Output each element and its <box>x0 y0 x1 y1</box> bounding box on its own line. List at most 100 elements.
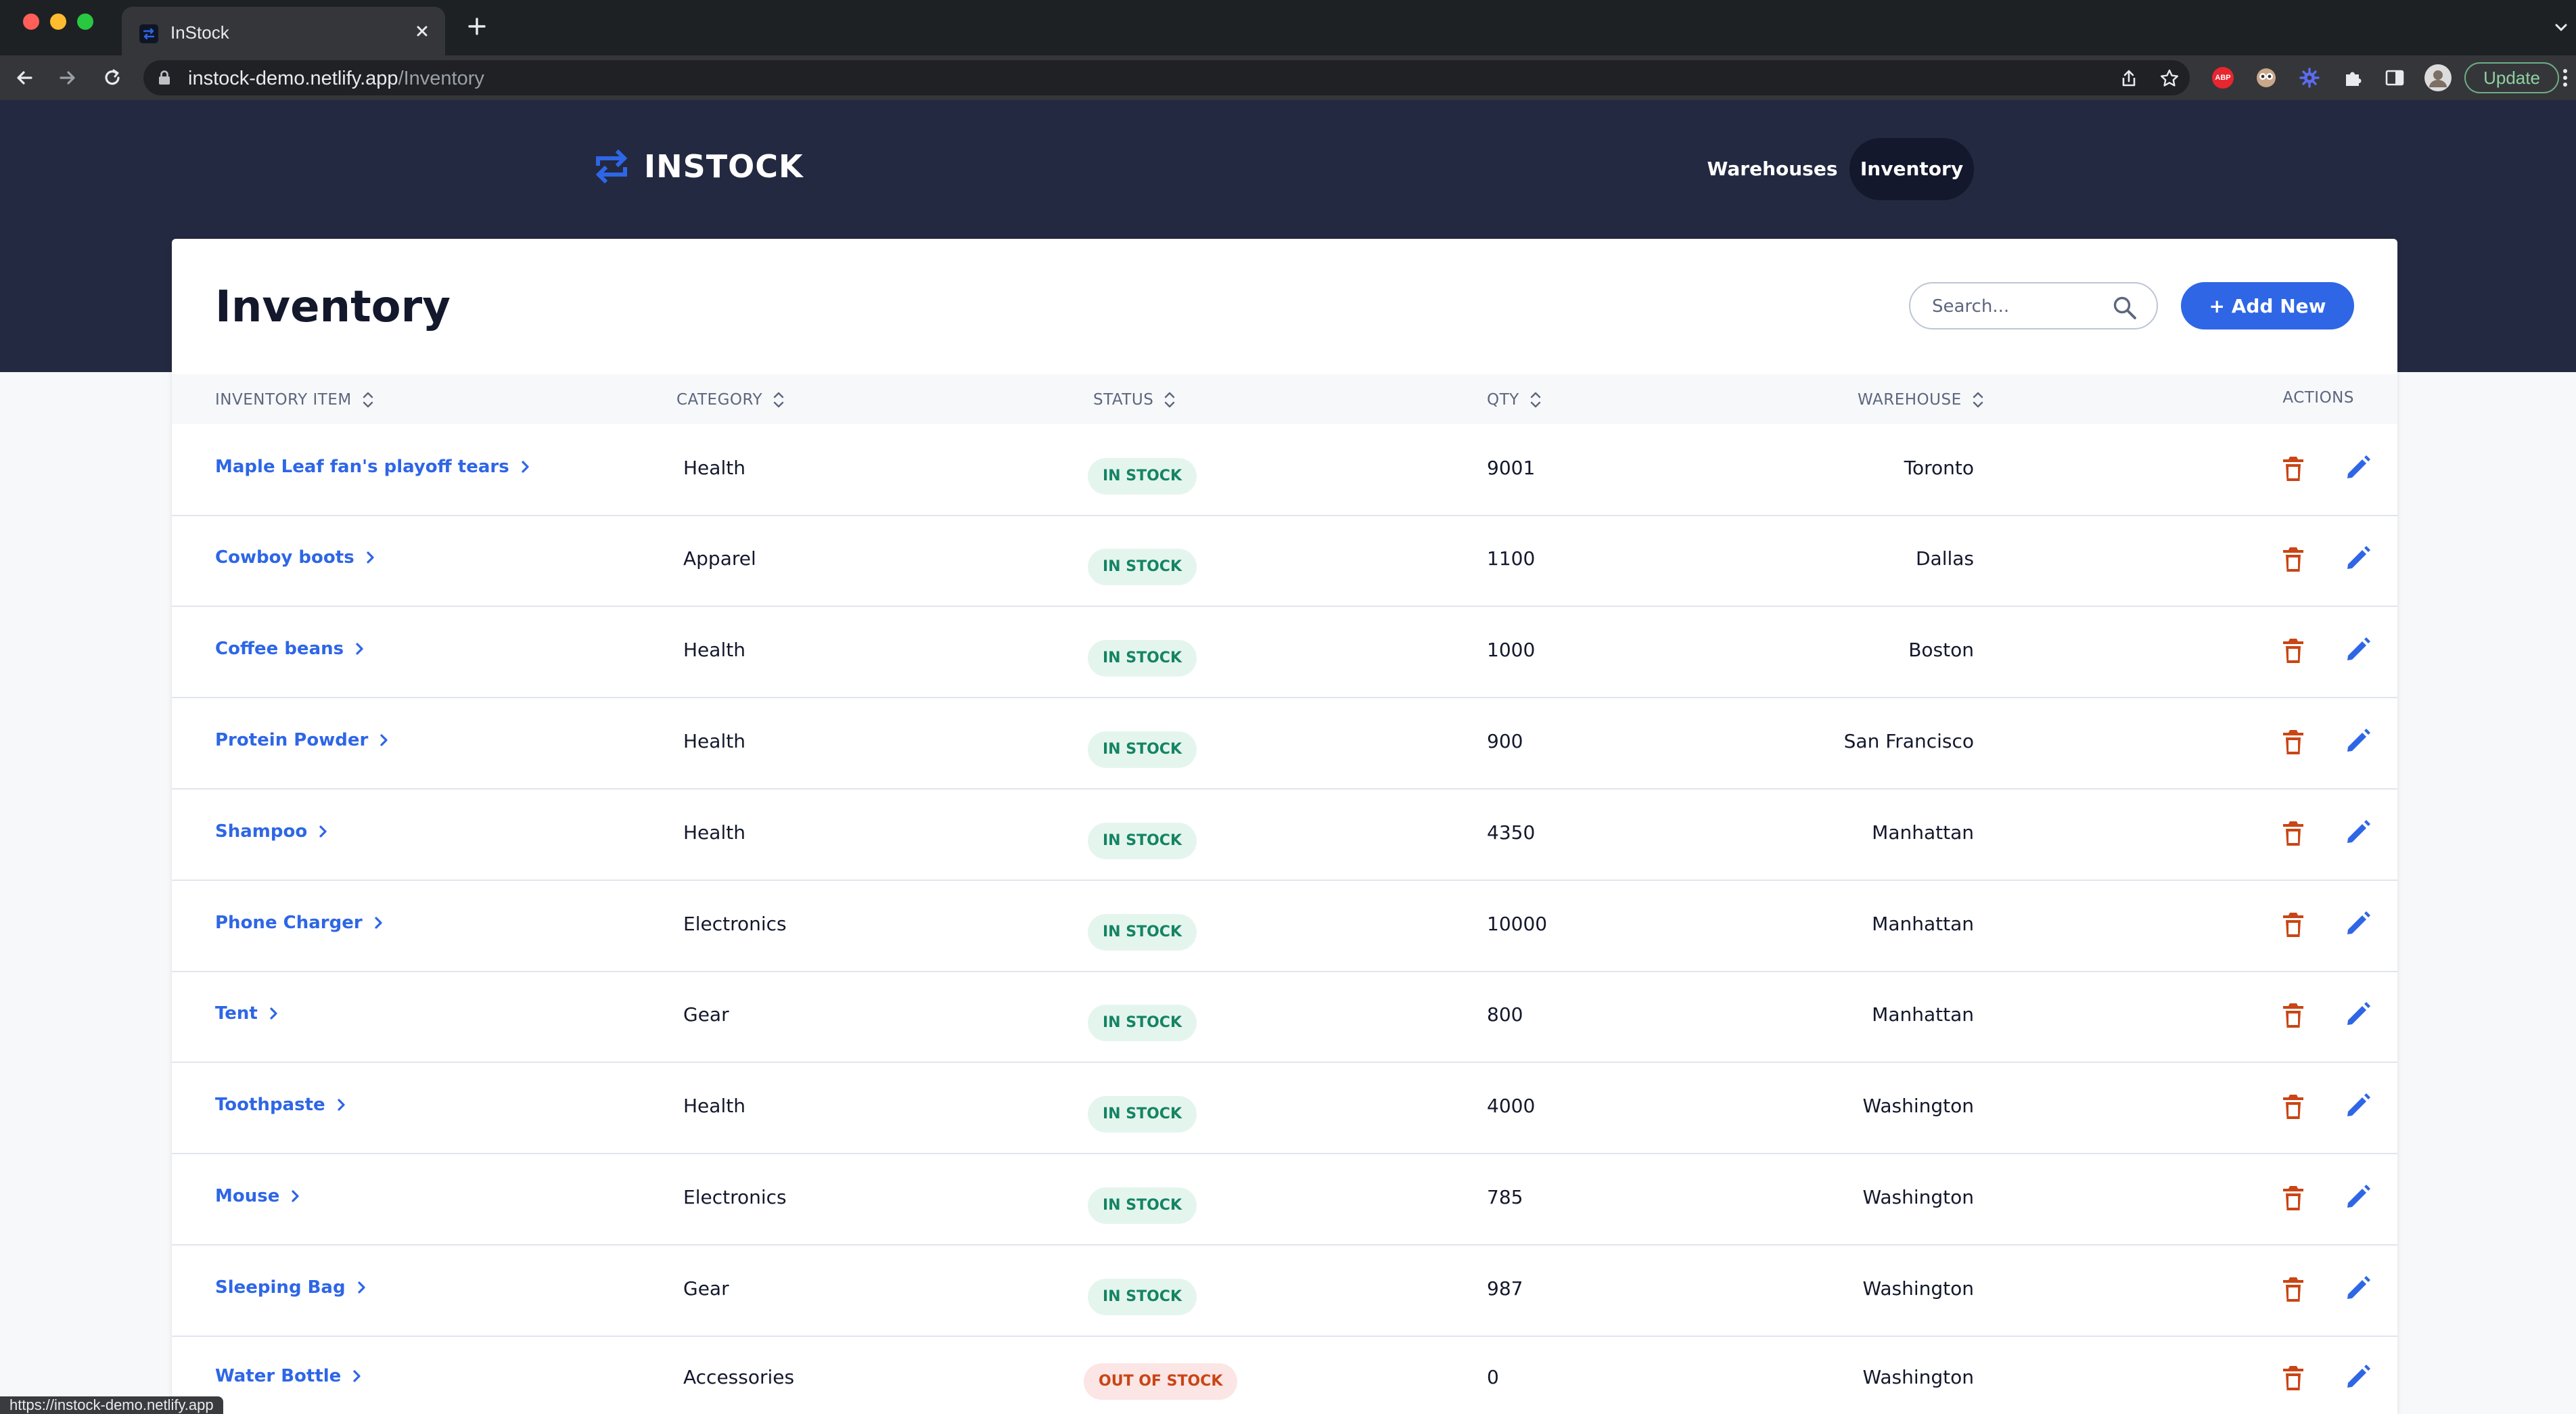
status-badge: IN STOCK <box>1088 1279 1197 1315</box>
window-zoom-button[interactable] <box>77 14 93 30</box>
window-minimize-button[interactable] <box>50 14 66 30</box>
pencil-icon[interactable] <box>2345 545 2372 572</box>
pencil-icon[interactable] <box>2345 636 2372 663</box>
favicon-icon <box>139 24 158 43</box>
trash-icon[interactable] <box>2281 819 2305 848</box>
reload-icon[interactable] <box>101 67 123 89</box>
search-icon[interactable] <box>2112 295 2138 321</box>
item-link[interactable]: Water Bottle <box>215 1366 363 1386</box>
warehouse-cell: Washington <box>1862 1366 1974 1388</box>
adblock-extension-icon[interactable]: ABP <box>2212 67 2234 89</box>
nav-inventory[interactable]: Inventory <box>1849 138 1974 200</box>
trash-icon[interactable] <box>2281 455 2305 483</box>
trash-icon[interactable] <box>2281 1275 2305 1304</box>
table-row: Phone Charger Electronics IN STOCK 10000… <box>172 880 2397 972</box>
avatar[interactable] <box>2424 64 2452 91</box>
page-title: Inventory <box>215 282 451 332</box>
table-row: Protein Powder Health IN STOCK 900 San F… <box>172 698 2397 790</box>
item-link[interactable]: Coffee beans <box>215 639 365 659</box>
trash-icon[interactable] <box>2281 545 2305 574</box>
warehouse-cell: Dallas <box>1915 547 1974 570</box>
column-header-status[interactable]: STATUS <box>1093 389 1176 411</box>
chevron-right-icon <box>270 1007 277 1020</box>
browser-tab-strip: InStock <box>0 0 2576 55</box>
sort-icon[interactable] <box>772 389 785 411</box>
puzzle-icon[interactable] <box>2342 67 2364 89</box>
pencil-icon[interactable] <box>2345 910 2372 937</box>
item-link[interactable]: Protein Powder <box>215 730 390 750</box>
share-icon[interactable] <box>2119 68 2139 89</box>
column-header-qty[interactable]: QTY <box>1487 389 1542 411</box>
forward-icon[interactable] <box>57 67 78 89</box>
column-header-warehouse[interactable]: WAREHOUSE <box>1858 389 1985 411</box>
qty-cell: 1000 <box>1487 639 1536 661</box>
trash-icon[interactable] <box>2281 1364 2305 1392</box>
item-link[interactable]: Toothpaste <box>215 1095 347 1115</box>
lock-icon[interactable] <box>157 70 172 86</box>
add-new-item-button[interactable]: + Add New Item <box>2181 282 2354 365</box>
warehouse-cell: San Francisco <box>1843 730 1974 752</box>
sort-icon[interactable] <box>1971 389 1985 411</box>
search-input[interactable] <box>1931 293 2109 320</box>
item-link[interactable]: Cowboy boots <box>215 547 376 568</box>
column-header-category[interactable]: CATEGORY <box>676 389 785 411</box>
category-cell: Electronics <box>683 913 787 935</box>
pencil-icon[interactable] <box>2345 1001 2372 1028</box>
side-panel-icon[interactable] <box>2384 67 2406 89</box>
pencil-icon[interactable] <box>2345 454 2372 481</box>
status-badge: IN STOCK <box>1088 458 1197 495</box>
trash-icon[interactable] <box>2281 637 2305 665</box>
trash-icon[interactable] <box>2281 1001 2305 1030</box>
category-cell: Accessories <box>683 1366 795 1388</box>
qty-cell: 10000 <box>1487 913 1548 935</box>
chevron-right-icon <box>522 461 529 473</box>
browser-tab[interactable]: InStock <box>122 7 445 55</box>
category-cell: Health <box>683 730 745 752</box>
owl-extension-icon[interactable] <box>2255 67 2277 89</box>
item-link[interactable]: Mouse <box>215 1186 301 1206</box>
table-row: Tent Gear IN STOCK 800 Manhattan <box>172 971 2397 1063</box>
bookmark-star-icon[interactable] <box>2159 68 2180 89</box>
sort-icon[interactable] <box>361 389 375 411</box>
sort-icon[interactable] <box>1163 389 1176 411</box>
trash-icon[interactable] <box>2281 911 2305 939</box>
qty-cell: 1100 <box>1487 547 1536 570</box>
gear-extension-icon[interactable] <box>2299 67 2320 89</box>
search-box[interactable] <box>1909 282 2158 329</box>
warehouse-cell: Manhattan <box>1872 821 1974 844</box>
item-link[interactable]: Phone Charger <box>215 913 384 933</box>
status-badge: IN STOCK <box>1088 640 1197 677</box>
pencil-icon[interactable] <box>2345 819 2372 846</box>
trash-icon[interactable] <box>2281 1184 2305 1212</box>
chevron-right-icon <box>375 917 382 929</box>
table-row: Shampoo Health IN STOCK 4350 Manhattan <box>172 789 2397 881</box>
item-link[interactable]: Shampoo <box>215 821 329 842</box>
logo[interactable]: INSTOCK <box>594 147 804 185</box>
pencil-icon[interactable] <box>2345 1092 2372 1119</box>
pencil-icon[interactable] <box>2345 1363 2372 1390</box>
chevron-right-icon <box>356 643 363 655</box>
nav-warehouses[interactable]: Warehouses <box>1706 138 1839 200</box>
pencil-icon[interactable] <box>2345 1183 2372 1210</box>
window-close-button[interactable] <box>23 14 39 30</box>
trash-icon[interactable] <box>2281 1093 2305 1121</box>
column-header-item[interactable]: INVENTORY ITEM <box>215 389 375 411</box>
item-link[interactable]: Tent <box>215 1003 279 1024</box>
more-options-icon[interactable] <box>2561 66 2569 89</box>
pencil-icon[interactable] <box>2345 727 2372 754</box>
address-bar[interactable]: instock-demo.netlify.app/Inventory <box>143 60 2190 95</box>
browser-update-button[interactable]: Update <box>2464 62 2559 93</box>
table-row: Sleeping Bag Gear IN STOCK 987 Washingto… <box>172 1245 2397 1337</box>
warehouse-cell: Manhattan <box>1872 1003 1974 1026</box>
pencil-icon[interactable] <box>2345 1275 2372 1302</box>
chevron-down-icon[interactable] <box>2553 19 2569 35</box>
table-row: Cowboy boots Apparel IN STOCK 1100 Dalla… <box>172 515 2397 607</box>
item-link[interactable]: Maple Leaf fan's playoff tears <box>215 457 531 477</box>
back-icon[interactable] <box>14 67 35 89</box>
trash-icon[interactable] <box>2281 728 2305 756</box>
category-cell: Health <box>683 639 745 661</box>
close-icon[interactable] <box>413 22 432 41</box>
item-link[interactable]: Sleeping Bag <box>215 1277 367 1298</box>
new-tab-icon[interactable] <box>465 15 488 38</box>
sort-icon[interactable] <box>1529 389 1542 411</box>
